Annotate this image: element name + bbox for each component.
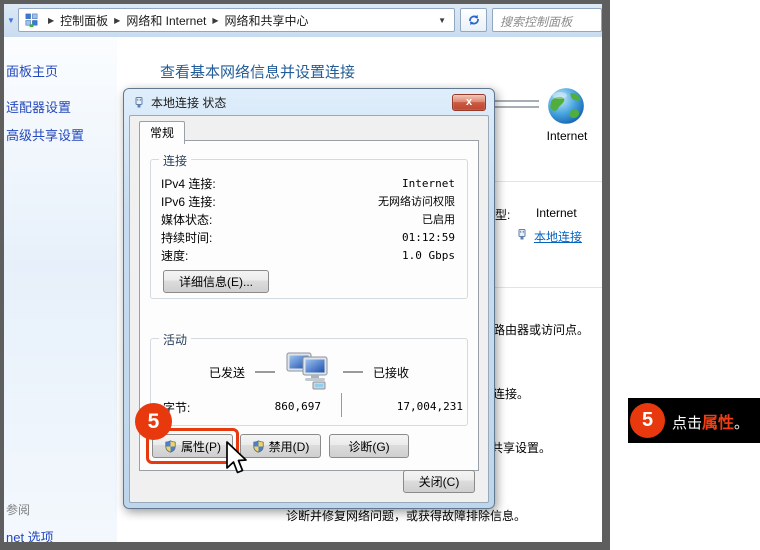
row-value: 1.0 Gbps [402,249,455,262]
refresh-icon [467,13,481,27]
dialog-body: 常规 连接 IPv4 连接: Internet IPv6 连接: 无网络访问权限 [129,115,489,503]
value-divider [341,393,342,417]
tab-general[interactable]: 常规 [139,121,185,144]
sidebar-item-control-panel-home[interactable]: 面板主页 [6,61,58,80]
window-content: ▼ ▶ 控制面板 ▶ 网络和 Internet ▶ 网络和共享中心 [4,4,602,542]
computers-icon [285,351,333,394]
row-value: Internet [402,177,455,190]
annotation-text: 点击属性。 [672,409,749,433]
close-button[interactable]: x [452,94,486,111]
search-input[interactable]: 搜索控制面板 [500,13,572,30]
see-also-header: 参阅 [6,501,30,518]
breadcrumb-separator-icon: ▶ [114,16,120,25]
local-connection-status-dialog: 本地连接 状态 x 常规 连接 IPv4 连接: Internet IPv6 连… [123,88,495,509]
annotation-label: 5 点击属性。 [628,398,760,443]
row-value: 已启用 [422,211,455,227]
network-sharing-center-icon [24,13,39,28]
disable-button[interactable]: 禁用(D) [240,434,321,458]
row-value: 01:12:59 [402,231,455,244]
local-connection-link[interactable]: 本地连接 [534,228,582,245]
activity-row: 已发送 [151,351,467,393]
network-map-line [493,100,539,108]
annotation-step-badge: 5 [630,403,665,438]
bytes-sent-value: 860,697 [211,400,321,413]
sidebar-item-advanced-sharing-settings[interactable]: 高级共享设置 [6,125,84,144]
annotation-text-suffix: 。 [734,415,749,432]
nav-history-caret-icon[interactable]: ▼ [7,16,15,25]
diagnose-button-label: 诊断(G) [348,438,389,455]
close-dialog-button-label: 关闭(C) [419,473,460,490]
row-label: 持续时间: [161,229,212,246]
status-row: IPv6 连接: 无网络访问权限 [161,192,455,210]
breadcrumb-separator-icon: ▶ [212,16,218,25]
step-badge: 5 [135,403,172,440]
network-map-internet-label: Internet [538,129,596,143]
connection-icon [516,228,528,246]
address-bar: ▼ ▶ 控制面板 ▶ 网络和 Internet ▶ 网络和共享中心 [4,4,602,37]
activity-groupbox: 活动 已发送 [150,338,468,426]
breadcrumb-separator-icon: ▶ [48,16,54,25]
clipped-task-text: 连接。 [493,385,529,402]
properties-button-label: 属性(P) [181,438,221,455]
connection-icon [133,96,145,109]
close-dialog-button[interactable]: 关闭(C) [403,470,475,493]
row-label: IPv6 连接: [161,193,216,210]
details-button[interactable]: 详细信息(E)... [163,270,269,293]
details-button-label: 详细信息(E)... [179,273,253,290]
received-label: 已接收 [373,364,409,381]
clipped-task-text: 共享设置。 [491,439,551,456]
status-row: 速度: 1.0 Gbps [161,246,455,264]
sidebar-item-change-adapter-settings[interactable]: 适配器设置 [6,97,71,116]
status-row: 持续时间: 01:12:59 [161,228,455,246]
connector-line [255,371,275,373]
explorer-window: ▼ ▶ 控制面板 ▶ 网络和 Internet ▶ 网络和共享中心 [0,0,610,550]
access-type-value: Internet [536,206,577,220]
diagnose-button[interactable]: 诊断(G) [329,434,409,458]
properties-button[interactable]: 属性(P) [152,434,233,458]
tab-page: 连接 IPv4 连接: Internet IPv6 连接: 无网络访问权限 媒体… [139,140,479,471]
troubleshoot-text: 诊断并修复网络问题，或获得故障排除信息。 [286,507,526,524]
row-label: 媒体状态: [161,211,212,228]
sidebar-item-internet-options[interactable]: net 选项 [6,527,54,542]
access-type-label: 型: [495,206,510,223]
annotation-text-prefix: 点击 [672,415,702,432]
status-row: 媒体状态: 已启用 [161,210,455,228]
row-label: 速度: [161,247,188,264]
dialog-titlebar: 本地连接 状态 [124,89,494,115]
uac-shield-icon [164,440,177,453]
breadcrumb-item-network-sharing-center[interactable]: 网络和共享中心 [225,12,309,29]
breadcrumb: ▶ 控制面板 ▶ 网络和 Internet ▶ 网络和共享中心 ▼ [18,8,455,32]
close-icon: x [466,96,472,108]
dialog-title: 本地连接 状态 [151,94,226,111]
breadcrumb-item-network-internet[interactable]: 网络和 Internet [126,12,206,29]
connector-line [343,371,363,373]
uac-shield-icon [252,440,265,453]
sent-label: 已发送 [209,364,245,381]
connection-group-label: 连接 [159,152,191,169]
internet-globe-icon [545,86,587,133]
search-box[interactable]: 搜索控制面板 [492,8,602,32]
connection-groupbox: 连接 IPv4 连接: Internet IPv6 连接: 无网络访问权限 媒体… [150,159,468,299]
breadcrumb-item-control-panel[interactable]: 控制面板 [60,12,108,29]
sidebar: 面板主页 适配器设置 高级共享设置 参阅 net 选项 [4,37,117,542]
status-row: IPv4 连接: Internet [161,174,455,192]
breadcrumb-dropdown-icon[interactable]: ▼ [438,16,446,25]
page-title: 查看基本网络信息并设置连接 [160,61,355,82]
refresh-button[interactable] [460,8,487,32]
row-label: IPv4 连接: [161,175,216,192]
cursor-icon [224,441,250,482]
annotation-text-highlight: 属性 [702,415,734,432]
row-value: 无网络访问权限 [378,193,455,209]
disable-button-label: 禁用(D) [269,438,310,455]
activity-group-label: 活动 [159,331,191,348]
bytes-received-value: 17,004,231 [351,400,463,413]
clipped-task-text: 路由器或访问点。 [493,321,589,338]
